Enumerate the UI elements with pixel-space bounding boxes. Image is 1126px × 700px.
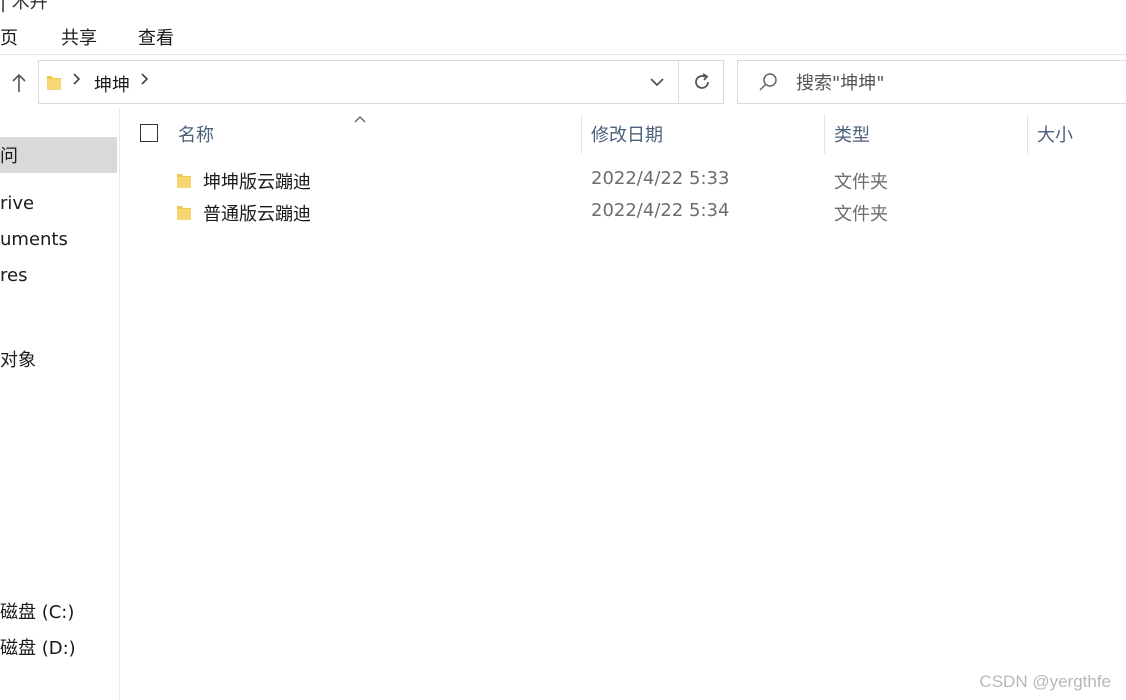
nav-item-label: 对象 [0,350,36,371]
up-button[interactable] [8,70,30,96]
column-divider[interactable] [581,114,582,154]
nav-item-label: 磁盘 (D:) [0,638,76,659]
column-divider[interactable] [1027,114,1028,154]
breadcrumb-item[interactable]: 坤坤 [94,71,130,97]
address-divider [678,61,679,103]
address-dropdown-button[interactable] [644,66,670,98]
nav-item-label: 磁盘 (C:) [0,602,75,623]
folder-icon [176,203,192,226]
nav-item-label: 问 [0,146,18,167]
file-date: 2022/4/22 5:33 [591,168,730,189]
chevron-down-icon [650,78,664,87]
column-header-size[interactable]: 大小 [1037,121,1073,147]
nav-item-pictures[interactable]: res [0,257,117,293]
chevron-right-icon[interactable] [140,72,150,90]
file-type: 文件夹 [834,172,888,193]
window-title: | 木卉 [0,0,48,13]
nav-item-quick-access[interactable]: 问 [0,137,117,173]
ribbon-tab-home[interactable]: 页 [0,24,18,50]
ribbon-tab-view[interactable]: 查看 [138,24,174,50]
refresh-icon [695,73,709,89]
watermark: CSDN @yergthfe [979,672,1111,691]
file-name: 坤坤版云蹦迪 [203,172,311,193]
file-row[interactable]: 坤坤版云蹦迪 2022/4/22 5:33 文件夹 [130,164,1126,196]
search-icon [758,72,778,97]
nav-item-documents[interactable]: uments [0,221,117,257]
chevron-right-icon[interactable] [72,72,82,90]
column-divider[interactable] [824,114,825,154]
nav-item-onedrive[interactable]: rive [0,185,117,221]
nav-item-label: uments [0,228,68,250]
column-header-date[interactable]: 修改日期 [591,121,663,147]
sort-up-icon [353,108,367,123]
refresh-button[interactable] [686,66,718,98]
select-all-checkbox[interactable] [140,124,158,142]
folder-icon [46,73,62,96]
search-input[interactable] [796,70,1116,96]
ribbon-tab-share[interactable]: 共享 [61,24,97,50]
file-name: 普通版云蹦迪 [203,204,311,225]
nav-item-label: res [0,264,28,286]
column-header-type[interactable]: 类型 [834,121,870,147]
ribbon-divider [0,54,1126,55]
nav-item-drive-c[interactable]: 磁盘 (C:) [0,593,117,629]
folder-icon [176,171,192,194]
column-header-name[interactable]: 名称 [178,121,214,147]
file-date: 2022/4/22 5:34 [591,200,730,221]
file-row[interactable]: 普通版云蹦迪 2022/4/22 5:34 文件夹 [130,196,1126,228]
up-arrow-icon [12,73,26,92]
nav-item-3d-objects[interactable]: 对象 [0,341,117,377]
file-type: 文件夹 [834,204,888,225]
nav-item-label: rive [0,192,35,214]
nav-item-drive-d[interactable]: 磁盘 (D:) [0,629,117,665]
